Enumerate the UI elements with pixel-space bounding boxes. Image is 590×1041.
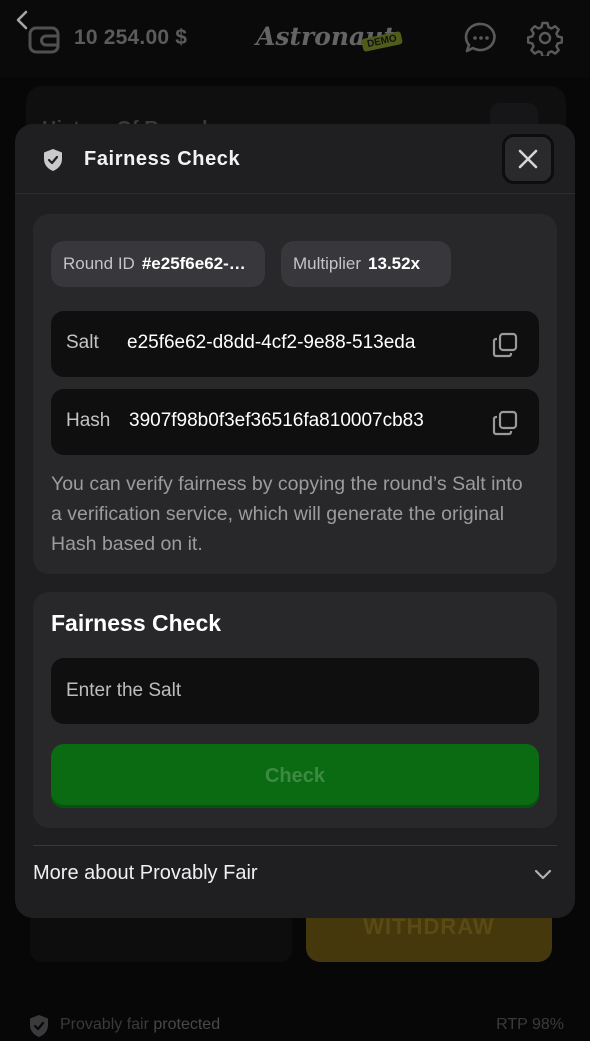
more-about-label: More about Provably Fair	[33, 862, 258, 884]
fairness-check-title: Fairness Check	[51, 610, 222, 636]
fairness-check-card: Fairness Check Check	[33, 592, 557, 828]
hash-field: Hash 3907f98b0f3ef36516fa810007cb83	[51, 389, 539, 455]
round-id-chip: Round ID #e25f6e62-d8dd-4cf2	[51, 241, 265, 287]
round-id-label: Round ID	[63, 254, 135, 273]
close-button[interactable]	[502, 134, 554, 184]
hash-label: Hash	[66, 410, 111, 431]
check-button[interactable]: Check	[51, 744, 539, 808]
multiplier-label: Multiplier	[293, 254, 362, 273]
close-icon	[518, 149, 538, 169]
hash-value[interactable]: 3907f98b0f3ef36516fa810007cb83	[129, 410, 477, 432]
copy-hash-icon[interactable]	[491, 409, 519, 437]
round-info-card: Round ID #e25f6e62-d8dd-4cf2 Multiplier …	[33, 214, 557, 574]
salt-field: Salt e25f6e62-d8dd-4cf2-9e88-513eda	[51, 311, 539, 377]
multiplier-value: 13.52x	[368, 254, 421, 273]
salt-input[interactable]	[51, 658, 539, 724]
copy-salt-icon[interactable]	[491, 331, 519, 359]
shield-check-icon	[44, 149, 62, 171]
fairness-check-modal: Fairness Check Round ID #e25f6e62-d8dd-4…	[15, 124, 575, 918]
multiplier-chip: Multiplier 13.52x	[281, 241, 451, 287]
round-id-value: #e25f6e62-d8dd-4cf2	[141, 254, 246, 273]
modal-title: Fairness Check	[84, 148, 241, 170]
more-about-provably-fair[interactable]: More about Provably Fair	[33, 845, 557, 899]
salt-label: Salt	[66, 332, 99, 353]
chevron-down-icon	[534, 869, 552, 880]
verification-note: You can verify fairness by copying the r…	[51, 473, 523, 555]
salt-value[interactable]: e25f6e62-d8dd-4cf2-9e88-513eda	[127, 332, 477, 354]
modal-header: Fairness Check	[15, 124, 575, 194]
